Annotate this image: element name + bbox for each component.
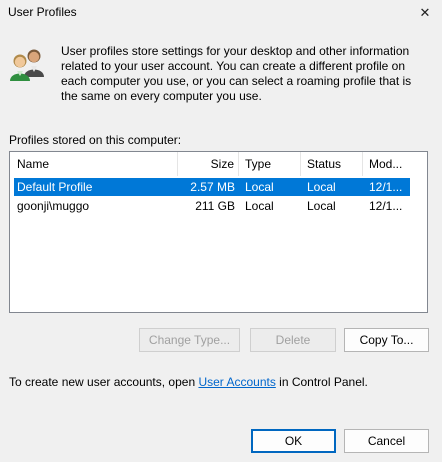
close-icon: ✕	[419, 5, 431, 20]
column-header-status[interactable]: Status	[301, 152, 363, 176]
change-type-button[interactable]: Change Type...	[139, 328, 240, 352]
column-header-name[interactable]: Name	[10, 152, 178, 176]
footer-text: To create new user accounts, open User A…	[9, 375, 368, 389]
copy-to-button[interactable]: Copy To...	[344, 328, 429, 352]
ok-button[interactable]: OK	[251, 429, 336, 453]
delete-button[interactable]: Delete	[250, 328, 336, 352]
cell-type: Local	[245, 199, 274, 213]
footer-prefix: To create new user accounts, open	[9, 375, 199, 389]
profiles-label: Profiles stored on this computer:	[9, 133, 182, 147]
cell-modified: 12/1...	[369, 180, 403, 194]
cancel-button[interactable]: Cancel	[344, 429, 429, 453]
profiles-list[interactable]: Name Size Type Status Mod... Default Pro…	[9, 151, 428, 313]
intro-text: User profiles store settings for your de…	[61, 44, 412, 103]
cell-size: 2.57 MB	[190, 180, 235, 194]
column-header-modified[interactable]: Mod...	[363, 152, 411, 176]
window-title: User Profiles	[8, 5, 77, 19]
cell-modified: 12/1...	[369, 199, 403, 213]
list-header: Name Size Type Status Mod...	[10, 152, 427, 176]
cell-size: 211 GB	[195, 199, 235, 213]
user-accounts-link[interactable]: User Accounts	[198, 375, 275, 389]
title-bar: User Profiles ✕	[0, 0, 442, 26]
cell-status: Local	[307, 180, 336, 194]
cell-type: Local	[245, 180, 274, 194]
table-row[interactable]: Default Profile 2.57 MB Local Local 12/1…	[14, 178, 410, 196]
cell-status: Local	[307, 199, 336, 213]
footer-suffix: in Control Panel.	[275, 375, 368, 389]
table-row[interactable]: goonji\muggo 211 GB Local Local 12/1...	[14, 197, 410, 215]
users-icon	[10, 49, 44, 81]
close-button[interactable]: ✕	[408, 0, 442, 26]
cell-name: goonji\muggo	[17, 199, 90, 213]
column-header-type[interactable]: Type	[239, 152, 301, 176]
cell-name: Default Profile	[17, 180, 93, 194]
column-header-size[interactable]: Size	[178, 152, 239, 176]
